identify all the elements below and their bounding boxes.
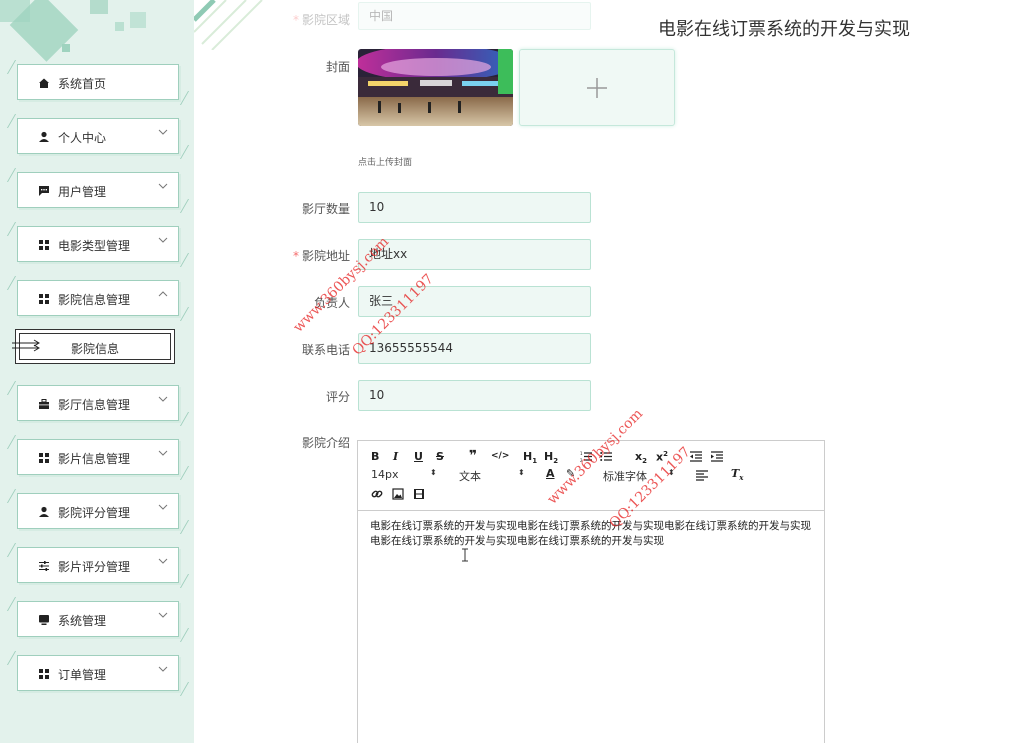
form-label: * 影院地址 [292, 249, 350, 263]
sidebar-item-label: 影厅信息管理 [58, 398, 131, 412]
sidebar-item-system-management[interactable]: 系统管理 [17, 601, 179, 637]
sidebar-item-movie-type-management[interactable]: 电影类型管理 [17, 226, 179, 262]
code-block-icon[interactable]: </> [491, 451, 509, 461]
cover-image[interactable] [358, 49, 513, 126]
font-family-select[interactable]: 标准字体 [603, 468, 647, 484]
indent-icon[interactable] [711, 451, 723, 462]
blockquote-icon[interactable]: ❞ [469, 448, 477, 464]
sidebar-item-personal-center[interactable]: 个人中心 [17, 118, 179, 154]
sidebar-item-label: 影片信息管理 [58, 452, 131, 466]
decor-square [90, 0, 108, 14]
sidebar-item-hall-info-management[interactable]: 影厅信息管理 [17, 385, 179, 421]
text-cursor-icon [462, 548, 468, 562]
rich-text-editor: B I U S ❞ </> H1 H2 12 x2 x2 14px ⬍ 文本 ⬍… [357, 440, 825, 743]
phone-input[interactable]: 13655555544 [358, 333, 591, 364]
grid-icon [39, 294, 49, 304]
arrow-right-icon [12, 339, 40, 352]
grid-icon [39, 240, 49, 250]
chat-icon [39, 186, 49, 196]
sidebar-item-label: 系统管理 [58, 614, 107, 628]
sidebar-item-label: 影院评分管理 [58, 506, 131, 520]
bold-icon[interactable]: B [371, 450, 379, 463]
italic-icon[interactable]: I [393, 450, 398, 463]
subscript-icon[interactable]: x2 [635, 450, 647, 465]
sidebar-item-order-management[interactable]: 订单管理 [17, 655, 179, 691]
decor-square [115, 22, 124, 31]
chevron-down-icon [158, 450, 168, 456]
text-color-icon[interactable]: A [546, 467, 555, 480]
align-icon[interactable] [696, 470, 708, 481]
editor-content[interactable]: 电影在线订票系统的开发与实现电影在线订票系统的开发与实现电影在线订票系统的开发与… [370, 519, 815, 549]
heading-1-icon[interactable]: H1 [523, 450, 537, 465]
font-size-select[interactable]: 14px [371, 468, 399, 481]
page-title: 电影在线订票系统的开发与实现 [658, 19, 910, 40]
grid-icon [39, 453, 49, 463]
link-icon[interactable] [371, 488, 383, 500]
sliders-icon [39, 561, 49, 571]
person-icon [39, 506, 49, 517]
chevron-down-icon [158, 237, 168, 243]
sidebar-item-label: 用户管理 [58, 185, 107, 199]
sidebar-item-user-management[interactable]: 用户管理 [17, 172, 179, 208]
decor-square [130, 12, 146, 28]
hall-count-input[interactable]: 10 [358, 192, 591, 223]
sidebar-item-label: 订单管理 [58, 668, 107, 682]
image-icon[interactable] [392, 488, 404, 500]
sidebar: 系统首页 个人中心 用户管理 电影类型管理 影院信息管理 影院信息 影厅信息管理… [0, 0, 194, 743]
rating-input[interactable]: 10 [358, 380, 591, 411]
sidebar-item-cinema-info-management[interactable]: 影院信息管理 [17, 280, 179, 316]
briefcase-icon [39, 399, 49, 409]
form-label: 封面 [325, 60, 350, 74]
monitor-icon [39, 615, 49, 625]
svg-text:1: 1 [580, 451, 583, 456]
upload-cover-button[interactable] [519, 49, 675, 126]
underline-icon[interactable]: U [414, 450, 423, 463]
app-window: { "header": { "title": "电影在线订票系统的开发与实现" … [0, 0, 1009, 743]
form-label: 联系电话 [301, 343, 350, 357]
home-icon [39, 78, 49, 88]
sidebar-item-film-rating-management[interactable]: 影片评分管理 [17, 547, 179, 583]
grid-icon [39, 669, 49, 679]
heading-2-icon[interactable]: H2 [544, 450, 558, 465]
sidebar-item-label: 系统首页 [58, 77, 107, 91]
cinema-photo-image [358, 49, 513, 126]
text-style-select[interactable]: 文本 [459, 468, 481, 484]
decor-square [62, 44, 70, 52]
chevron-down-icon [158, 183, 168, 189]
sidebar-item-cinema-rating-management[interactable]: 影院评分管理 [17, 493, 179, 529]
address-input[interactable]: 地址xx [358, 239, 591, 270]
form-label: 影厅数量 [301, 202, 350, 216]
form-label: 评分 [325, 390, 350, 404]
region-select[interactable]: 中国 [358, 2, 591, 30]
user-icon [39, 131, 49, 142]
form-label: * 影院区域 [292, 13, 350, 27]
strike-icon[interactable]: S [436, 450, 444, 463]
form-label: 影院介绍 [301, 436, 350, 450]
sidebar-item-label: 电影类型管理 [58, 239, 131, 253]
upload-hint: 点击上传封面 [358, 158, 413, 168]
sidebar-item-label: 影片评分管理 [58, 560, 131, 574]
plus-icon [587, 78, 607, 98]
chevron-down-icon [158, 612, 168, 618]
chevron-down-icon [158, 504, 168, 510]
clear-format-icon[interactable]: Tx [731, 467, 743, 482]
sidebar-item-home[interactable]: 系统首页 [17, 64, 179, 100]
chevron-updown-icon: ⬍ [430, 468, 437, 477]
sidebar-item-label: 影院信息管理 [58, 293, 131, 307]
sidebar-item-label: 个人中心 [58, 131, 107, 145]
sidebar-item-film-info-management[interactable]: 影片信息管理 [17, 439, 179, 475]
chevron-down-icon [158, 396, 168, 402]
chevron-updown-icon: ⬍ [518, 468, 525, 477]
chevron-up-icon [158, 291, 168, 297]
chevron-down-icon [158, 129, 168, 135]
chevron-down-icon [158, 666, 168, 672]
decor-square [0, 0, 30, 22]
chevron-down-icon [158, 558, 168, 564]
video-icon[interactable] [413, 488, 425, 500]
